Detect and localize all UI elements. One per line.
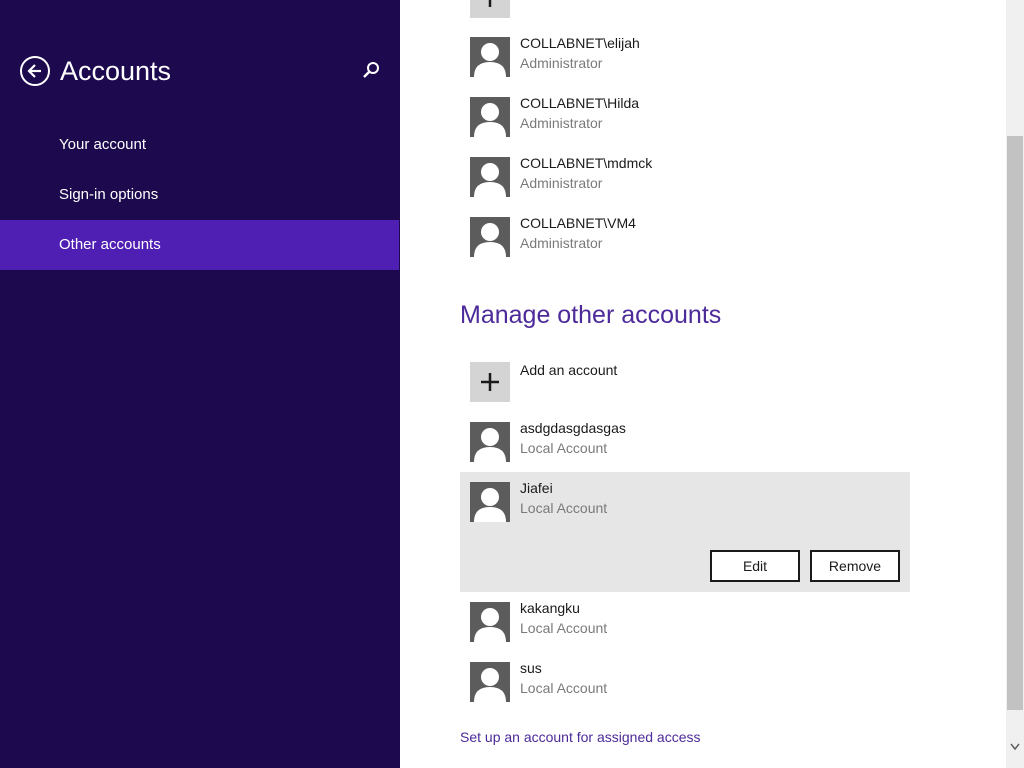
scrollbar-thumb[interactable]	[1007, 136, 1023, 710]
account-name: COLLABNET\Hilda	[520, 95, 640, 111]
nav-item-your-account[interactable]: Your account	[0, 120, 399, 170]
section-title: Manage other accounts	[460, 301, 722, 329]
user-avatar-icon	[470, 97, 510, 137]
search-icon	[362, 62, 382, 86]
account-name: asdgdasgdasgas	[520, 420, 626, 436]
user-avatar-icon	[470, 422, 510, 462]
assigned-access-link[interactable]: Set up an account for assigned access	[460, 729, 700, 745]
account-row-jiafei[interactable]: Jiafei Local Account	[470, 480, 910, 524]
account-type: Administrator	[520, 175, 603, 191]
account-type: Local Account	[520, 680, 608, 696]
account-type: Local Account	[520, 440, 608, 456]
user-avatar-icon	[470, 157, 510, 197]
user-avatar-icon	[470, 602, 510, 642]
account-row-asdgdasgdasgas[interactable]: asdgdasgdasgas Local Account	[470, 420, 910, 464]
account-name: COLLABNET\VM4	[520, 215, 636, 231]
nav-list: Your account Sign-in options Other accou…	[0, 120, 399, 270]
user-avatar-icon	[470, 482, 510, 522]
account-row-kakangku[interactable]: kakangku Local Account	[470, 600, 910, 644]
account-name: sus	[520, 660, 542, 676]
search-button[interactable]	[362, 60, 382, 82]
account-type: Administrator	[520, 235, 603, 251]
user-avatar-icon	[470, 217, 510, 257]
account-row-mdmck[interactable]: COLLABNET\mdmck Administrator	[470, 155, 910, 199]
account-type: Administrator	[520, 115, 603, 131]
scroll-down-button[interactable]	[1006, 738, 1024, 756]
add-tile[interactable]	[470, 0, 510, 18]
nav-item-other-accounts[interactable]: Other accounts	[0, 220, 399, 270]
account-name: Jiafei	[520, 480, 553, 496]
back-button[interactable]	[20, 56, 50, 86]
account-name: COLLABNET\elijah	[520, 35, 640, 51]
account-row-sus[interactable]: sus Local Account	[470, 660, 910, 704]
partial-add-tile-row	[470, 0, 910, 20]
account-type: Local Account	[520, 500, 608, 516]
account-row-hilda[interactable]: COLLABNET\Hilda Administrator	[470, 95, 910, 139]
account-name: kakangku	[520, 600, 580, 616]
edit-button[interactable]: Edit	[710, 550, 800, 582]
page-title: Accounts	[60, 56, 172, 86]
add-account-tile	[470, 362, 510, 402]
account-type: Administrator	[520, 55, 603, 71]
selected-account-panel[interactable]: Jiafei Local Account Edit Remove	[460, 472, 910, 592]
user-avatar-icon	[470, 662, 510, 702]
user-avatar-icon	[470, 37, 510, 77]
add-account-row[interactable]: Add an account	[470, 362, 910, 404]
account-row-elijah[interactable]: COLLABNET\elijah Administrator	[470, 35, 910, 79]
nav-item-sign-in-options[interactable]: Sign-in options	[0, 170, 399, 220]
left-pane: Accounts Your account Sign-in options Ot…	[0, 0, 400, 768]
account-name: COLLABNET\mdmck	[520, 155, 653, 171]
right-pane: COLLABNET\elijah Administrator COLLABNET…	[400, 0, 1006, 768]
remove-button[interactable]: Remove	[810, 550, 900, 582]
header: Accounts	[20, 54, 390, 88]
scrollbar[interactable]	[1006, 0, 1024, 768]
account-row-vm4[interactable]: COLLABNET\VM4 Administrator	[470, 215, 910, 259]
account-type: Local Account	[520, 620, 608, 636]
add-account-label: Add an account	[520, 362, 618, 378]
